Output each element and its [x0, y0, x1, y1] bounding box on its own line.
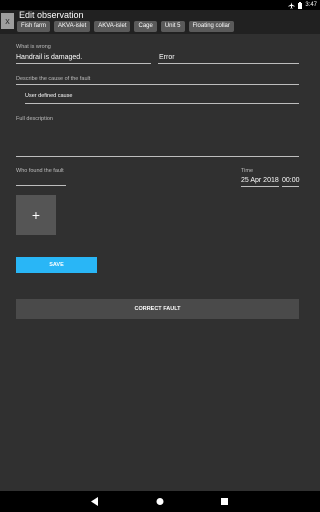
- recents-icon[interactable]: [221, 498, 228, 505]
- found-by-label: Who found the fault: [16, 168, 64, 174]
- page-title: Edit observation: [19, 10, 84, 20]
- breadcrumb-chip[interactable]: AKVA-islet: [94, 21, 131, 32]
- time-underline: [282, 186, 299, 187]
- cause-label: Describe the cause of the fault: [16, 76, 91, 82]
- time-label: Time: [241, 168, 254, 174]
- cause-input[interactable]: User defined cause: [25, 93, 72, 99]
- save-button[interactable]: SAVE: [16, 257, 97, 273]
- status-bar: 3:47: [0, 0, 320, 10]
- severity-underline: [158, 63, 299, 64]
- home-icon[interactable]: [156, 497, 164, 506]
- breadcrumb: Fish farm AKVA-islet AKVA-islet Cage Uni…: [17, 21, 234, 32]
- time-input[interactable]: 00:00: [282, 177, 300, 184]
- date-input[interactable]: 25 Apr 2018: [241, 177, 279, 184]
- back-icon[interactable]: [91, 497, 99, 506]
- severity-select[interactable]: Error: [159, 54, 175, 61]
- close-button[interactable]: x: [1, 13, 14, 29]
- status-time: 3:47: [305, 2, 317, 8]
- airplane-mode-icon: [288, 1, 295, 9]
- breadcrumb-chip[interactable]: Floating collar: [188, 21, 234, 32]
- cause-underline: [16, 84, 299, 85]
- description-label: Full description: [16, 116, 53, 122]
- breadcrumb-chip[interactable]: Unit 5: [160, 21, 185, 32]
- what-wrong-label: What is wrong: [16, 44, 51, 50]
- status-icons: 3:47: [288, 0, 317, 10]
- breadcrumb-chip[interactable]: AKVA-islet: [54, 21, 91, 32]
- battery-icon: [298, 1, 303, 9]
- add-photo-button[interactable]: +: [16, 195, 56, 235]
- description-underline: [16, 156, 299, 157]
- breadcrumb-chip[interactable]: Cage: [134, 21, 157, 32]
- navigation-bar: [0, 491, 320, 512]
- date-underline: [241, 186, 279, 187]
- correct-fault-button[interactable]: CORRECT FAULT: [16, 299, 299, 319]
- breadcrumb-chip[interactable]: Fish farm: [17, 21, 51, 32]
- found-by-underline: [16, 185, 66, 186]
- plus-icon: +: [31, 207, 41, 223]
- cause-detail-underline: [25, 103, 299, 104]
- what-wrong-underline: [16, 63, 151, 64]
- what-wrong-input[interactable]: Handrail is damaged.: [16, 54, 82, 61]
